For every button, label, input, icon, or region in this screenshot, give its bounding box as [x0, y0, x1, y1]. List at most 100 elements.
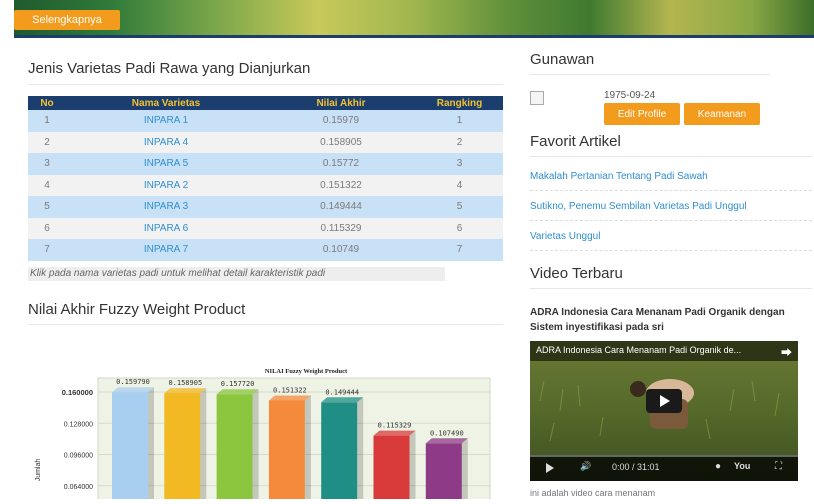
chart-bar: [216, 394, 253, 504]
chart-bar-top: [321, 397, 364, 403]
edit-profile-button[interactable]: Edit Profile: [604, 103, 680, 125]
table-row: 7 INPARA 7 0.10749 7: [28, 239, 503, 261]
chart-divider: [28, 324, 503, 325]
cell-variety-name[interactable]: INPARA 1: [66, 110, 266, 132]
chart-bar-side: [409, 430, 416, 504]
chart-bar-top: [425, 438, 468, 444]
cell-rank: 4: [416, 174, 503, 196]
y-tick-label: 0.128000: [64, 421, 93, 428]
article-link-2[interactable]: Sutikno, Penemu Sembilan Varietas Padi U…: [530, 201, 812, 212]
table-row: 2 INPARA 4 0.158905 2: [28, 131, 503, 153]
article-link-1[interactable]: Makalah Pertanian Tentang Padi Sawah: [530, 171, 812, 182]
play-small-icon[interactable]: [546, 463, 554, 473]
chart-bar-side: [252, 389, 259, 504]
chart-heading: Nilai Akhir Fuzzy Weight Product: [28, 301, 246, 318]
cell-no: 5: [28, 196, 66, 218]
col-name-header: Nama Varietas: [66, 96, 266, 110]
chart-bar-top: [164, 388, 207, 394]
avatar: [530, 91, 544, 105]
chart-bar-side: [148, 387, 154, 504]
header-banner: [14, 0, 814, 38]
chart-bar-side: [357, 397, 364, 504]
user-name: Gunawan: [530, 51, 595, 68]
read-more-button[interactable]: Selengkapnya: [14, 10, 120, 30]
cell-value: 0.15979: [266, 110, 416, 132]
cell-value: 0.149444: [266, 196, 416, 218]
security-button[interactable]: Keamanan: [684, 103, 760, 125]
video-caption: ini adalah video cara menanam: [530, 488, 656, 498]
cell-value: 0.15772: [266, 153, 416, 175]
latest-video-title: Video Terbaru: [530, 265, 623, 282]
share-icon[interactable]: ⮕: [781, 344, 792, 360]
col-rank-header: Rangking: [416, 96, 503, 110]
favorite-articles-title: Favorit Artikel: [530, 133, 621, 150]
chart-bar: [112, 392, 148, 504]
info-icon[interactable]: ●: [715, 461, 721, 472]
table-row: 6 INPARA 6 0.115329 6: [28, 217, 503, 239]
chart-data-label: 0.107490: [430, 429, 464, 437]
table-row: 5 INPARA 3 0.149444 5: [28, 196, 503, 218]
article-separator: [530, 190, 812, 191]
chart-svg: 0.160000 0.128000 0.096000 0.064000 Jumlah NI…: [35, 368, 491, 504]
cell-variety-name[interactable]: INPARA 7: [66, 239, 266, 261]
col-no-header: No: [28, 96, 66, 110]
cell-rank: 7: [416, 239, 503, 261]
cell-value: 0.115329: [266, 217, 416, 239]
cell-no: 7: [28, 239, 66, 261]
video-player[interactable]: ADRA Indonesia Cara Menanam Padi Organik…: [530, 341, 798, 481]
cell-variety-name[interactable]: INPARA 6: [66, 217, 266, 239]
chart-bar-top: [268, 395, 311, 401]
table-header-row: No Nama Varietas Nilai Akhir Rangking: [28, 96, 503, 110]
cell-variety-name[interactable]: INPARA 3: [66, 196, 266, 218]
chart-bar: [164, 393, 201, 504]
volume-icon[interactable]: 🔊: [580, 461, 591, 472]
chart-bar: [373, 435, 410, 504]
cell-rank: 1: [416, 110, 503, 132]
chart-data-label: 0.149444: [325, 388, 359, 396]
chart-data-label: 0.157720: [221, 380, 255, 388]
table-title: Jenis Varietas Padi Rawa yang Dianjurkan: [28, 60, 311, 77]
play-button[interactable]: [646, 389, 682, 413]
col-value-header: Nilai Akhir: [266, 96, 416, 110]
video-time: 0:00 / 31:01: [612, 462, 660, 472]
chart-bar-side: [304, 395, 311, 504]
table-note: Klik pada nama varietas padi untuk melih…: [28, 267, 445, 281]
y-tick-label: 0.096000: [64, 453, 93, 460]
cell-variety-name[interactable]: INPARA 5: [66, 153, 266, 175]
cell-rank: 6: [416, 217, 503, 239]
cell-variety-name[interactable]: INPARA 2: [66, 174, 266, 196]
chart-bar-top: [112, 387, 154, 393]
fullscreen-icon[interactable]: ⛶: [775, 461, 782, 472]
user-divider: [530, 74, 770, 75]
youtube-logo[interactable]: You: [734, 461, 750, 471]
cell-variety-name[interactable]: INPARA 4: [66, 131, 266, 153]
cell-no: 3: [28, 153, 66, 175]
cell-no: 6: [28, 217, 66, 239]
title-divider: [28, 84, 503, 85]
chart-data-label: 0.151322: [273, 386, 307, 394]
chart-data-label: 0.158905: [168, 379, 202, 387]
birth-date: 1975-09-24: [604, 90, 656, 101]
video-name: ADRA Indonesia Cara Menanam Padi Organik…: [530, 307, 785, 333]
article-link-3[interactable]: Varietas Unggul: [530, 231, 812, 242]
table-row: 3 INPARA 5 0.15772 3: [28, 153, 503, 175]
table-row: 1 INPARA 1 0.15979 1: [28, 110, 503, 132]
cell-no: 2: [28, 131, 66, 153]
chart-bar-side: [461, 438, 468, 504]
cell-value: 0.151322: [266, 174, 416, 196]
table-row: 4 INPARA 2 0.151322 4: [28, 174, 503, 196]
chart-title: NILAI Fuzzy Weight Product: [265, 368, 348, 375]
cell-rank: 2: [416, 131, 503, 153]
video-overlay-title: ADRA Indonesia Cara Menanam Padi Organik…: [536, 345, 742, 355]
chart-bar: [321, 402, 358, 504]
article-separator: [530, 250, 812, 251]
y-tick-label: 0.064000: [64, 484, 93, 491]
fuzzy-chart: 0.160000 0.128000 0.096000 0.064000 Jumlah NI…: [28, 330, 503, 504]
y-tick-label: 0.160000: [62, 388, 93, 397]
chart-bar-top: [373, 430, 416, 436]
play-icon: [660, 395, 670, 407]
cell-no: 1: [28, 110, 66, 132]
chart-bar-side: [200, 388, 207, 504]
varieties-table: No Nama Varietas Nilai Akhir Rangking 1I…: [28, 96, 503, 261]
chart-bar: [425, 443, 462, 504]
